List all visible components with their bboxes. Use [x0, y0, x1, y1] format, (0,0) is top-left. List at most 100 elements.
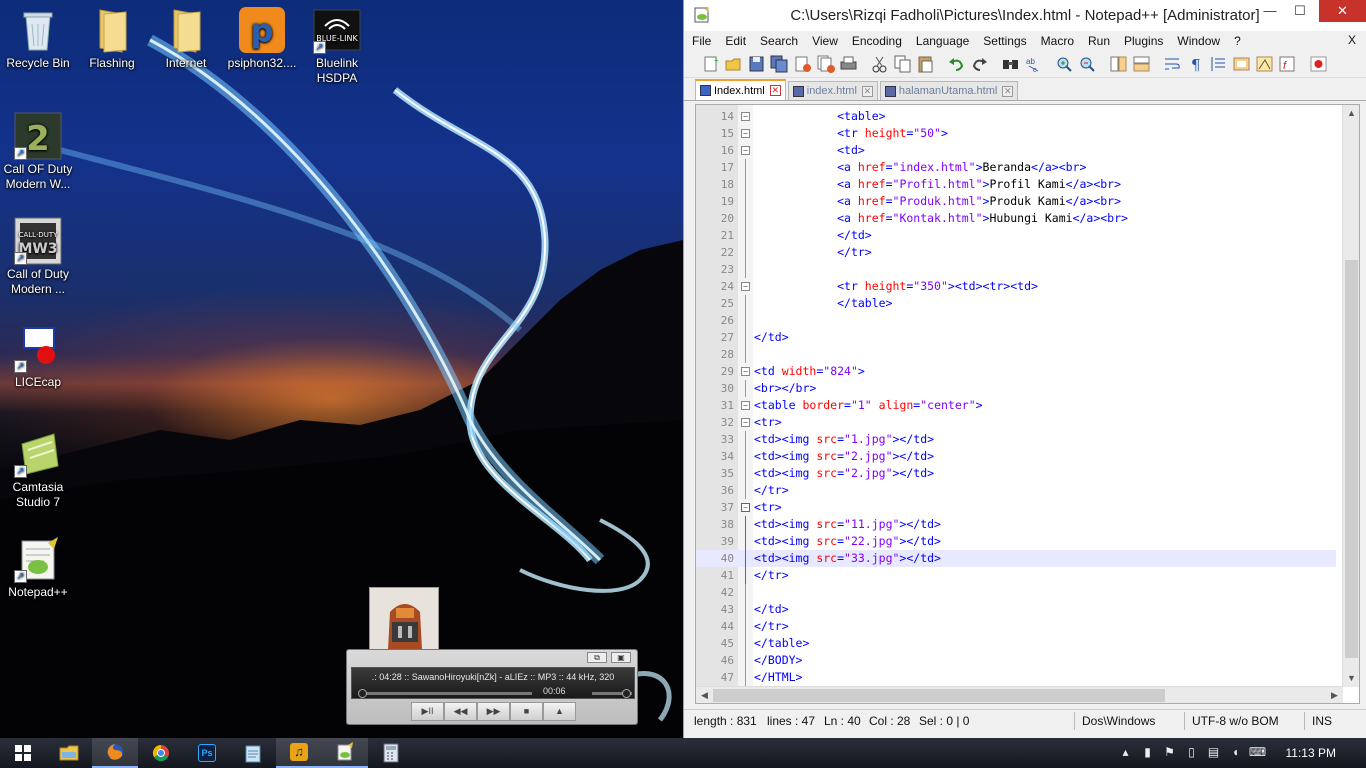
- tab-close-icon[interactable]: ✕: [769, 85, 781, 96]
- doc-map-icon[interactable]: [1254, 54, 1275, 74]
- fold-toggle-icon[interactable]: −: [741, 129, 750, 138]
- tab-index-html-active[interactable]: Index.html ✕: [695, 79, 786, 100]
- tab-halaman-utama-html[interactable]: halamanUtama.html ✕: [879, 81, 1019, 100]
- code-line[interactable]: 29− <td width="824">: [696, 363, 1336, 380]
- menu-language[interactable]: Language: [908, 34, 975, 48]
- desktop-icon-cod-mw2[interactable]: 2 ↗ Call OF Duty Modern W...: [0, 112, 76, 192]
- scroll-down-icon[interactable]: ▼: [1343, 670, 1359, 687]
- menu-encoding[interactable]: Encoding: [844, 34, 908, 48]
- code-line[interactable]: 35 <td><img src="2.jpg"></td>: [696, 465, 1336, 482]
- code-editor[interactable]: 14− <table> 15− <tr height="50"> 16− <td> 1…: [695, 104, 1360, 704]
- taskbar-file-explorer[interactable]: [46, 738, 92, 768]
- code-line[interactable]: 39 <td><img src="22.jpg"></td>: [696, 533, 1336, 550]
- code-line[interactable]: 16− <td>: [696, 142, 1336, 159]
- horizontal-scrollbar[interactable]: ◀ ▶: [696, 686, 1343, 703]
- player-restore-button[interactable]: ⧉: [587, 652, 607, 663]
- desktop-icon-cod-mw3[interactable]: CALL·DUTY MW3 ↗ Call of Duty Modern ...: [0, 217, 76, 297]
- code-line[interactable]: 21 </td>: [696, 227, 1336, 244]
- fold-toggle-icon[interactable]: −: [741, 282, 750, 291]
- code-line[interactable]: 24− <tr height="350"><td><tr><td>: [696, 278, 1336, 295]
- close-file-icon[interactable]: [792, 54, 813, 74]
- vertical-scroll-thumb[interactable]: [1345, 260, 1358, 658]
- menu-plugins[interactable]: Plugins: [1116, 34, 1169, 48]
- indent-guide-icon[interactable]: [1208, 54, 1229, 74]
- code-line[interactable]: 37− <tr>: [696, 499, 1336, 516]
- sync-vertical-icon[interactable]: [1108, 54, 1129, 74]
- redo-icon[interactable]: [969, 54, 990, 74]
- replace-icon[interactable]: ab c: [1023, 54, 1044, 74]
- tray-keyboard-icon[interactable]: ⌨: [1248, 745, 1268, 761]
- desktop-icon-licecap[interactable]: ↗ LICEcap: [0, 325, 76, 390]
- vertical-scrollbar[interactable]: ▲ ▼: [1342, 105, 1359, 687]
- menu-help[interactable]: ?: [1226, 34, 1247, 48]
- code-line[interactable]: 19 <a href="Produk.html">Produk Kami</a>…: [696, 193, 1336, 210]
- desktop-icon-psiphon[interactable]: p psiphon32....: [224, 6, 300, 71]
- play-pause-button[interactable]: ▶II: [411, 702, 444, 721]
- taskbar-notepad[interactable]: [230, 738, 276, 768]
- desktop-icon-recycle-bin[interactable]: Recycle Bin: [0, 6, 76, 71]
- code-line[interactable]: 46 </BODY>: [696, 652, 1336, 669]
- tray-network-icon[interactable]: ▤: [1204, 745, 1224, 761]
- function-list-icon[interactable]: f: [1277, 54, 1298, 74]
- code-line[interactable]: 36 </tr>: [696, 482, 1336, 499]
- close-document-button[interactable]: X: [1348, 33, 1356, 47]
- tray-expand-icon[interactable]: ▴: [1116, 745, 1136, 761]
- tray-program-icon[interactable]: ▮: [1138, 745, 1158, 761]
- tray-volume-icon[interactable]: ◖: [1226, 745, 1246, 761]
- code-line[interactable]: 32− <tr>: [696, 414, 1336, 431]
- taskbar-chrome[interactable]: [138, 738, 184, 768]
- code-line[interactable]: 38 <td><img src="11.jpg"></td>: [696, 516, 1336, 533]
- menu-macro[interactable]: Macro: [1033, 34, 1080, 48]
- menu-search[interactable]: Search: [752, 34, 804, 48]
- fold-toggle-icon[interactable]: −: [741, 112, 750, 121]
- code-line[interactable]: 25 </table>: [696, 295, 1336, 312]
- cut-icon[interactable]: [869, 54, 890, 74]
- save-icon[interactable]: [746, 54, 767, 74]
- desktop-icon-bluelink[interactable]: BLUE-LINK ↗ Bluelink HSDPA: [299, 6, 375, 86]
- tray-power-icon[interactable]: ▯: [1182, 745, 1202, 761]
- previous-button[interactable]: ◀◀: [444, 702, 477, 721]
- code-line[interactable]: 20 <a href="Kontak.html">Hubungi Kami</a…: [696, 210, 1336, 227]
- taskbar-calculator[interactable]: [368, 738, 414, 768]
- menu-edit[interactable]: Edit: [717, 34, 752, 48]
- code-line[interactable]: 14− <table>: [696, 108, 1336, 125]
- fold-toggle-icon[interactable]: −: [741, 503, 750, 512]
- menu-window[interactable]: Window: [1169, 34, 1226, 48]
- sync-horizontal-icon[interactable]: [1131, 54, 1152, 74]
- menu-view[interactable]: View: [804, 34, 844, 48]
- desktop-icon-internet[interactable]: Internet: [148, 6, 224, 71]
- code-line[interactable]: 31− <table border="1" align="center">: [696, 397, 1336, 414]
- seek-bar[interactable]: [358, 689, 532, 698]
- status-encoding[interactable]: UTF-8 w/o BOM: [1192, 714, 1279, 728]
- desktop-icon-camtasia[interactable]: ↗ Camtasia Studio 7: [0, 430, 76, 510]
- tray-notification-icon[interactable]: ⚑: [1160, 745, 1180, 761]
- horizontal-scroll-thumb[interactable]: [713, 689, 1165, 702]
- menu-file[interactable]: File: [684, 34, 717, 48]
- tab-close-icon[interactable]: ✕: [1002, 85, 1014, 97]
- copy-icon[interactable]: [892, 54, 913, 74]
- seek-knob[interactable]: [358, 689, 367, 698]
- zoom-in-icon[interactable]: [1054, 54, 1075, 74]
- code-line[interactable]: 23: [696, 261, 1336, 278]
- eject-button[interactable]: ▲: [543, 702, 576, 721]
- user-language-icon[interactable]: [1231, 54, 1252, 74]
- code-line[interactable]: 34 <td><img src="2.jpg"></td>: [696, 448, 1336, 465]
- desktop-icon-notepadpp[interactable]: ↗ Notepad++: [0, 535, 76, 600]
- code-line[interactable]: 33 <td><img src="1.jpg"></td>: [696, 431, 1336, 448]
- print-icon[interactable]: [838, 54, 859, 74]
- title-bar[interactable]: C:\Users\Rizqi Fadholi\Pictures\Index.ht…: [684, 0, 1366, 31]
- minimize-button[interactable]: —: [1255, 0, 1285, 22]
- status-insert-mode[interactable]: INS: [1312, 714, 1332, 728]
- zoom-out-icon[interactable]: [1077, 54, 1098, 74]
- clock[interactable]: 11:13 PM: [1286, 746, 1336, 760]
- taskbar-winamp[interactable]: ♫: [276, 738, 322, 768]
- taskbar-firefox[interactable]: [92, 738, 138, 768]
- code-line[interactable]: 42: [696, 584, 1336, 601]
- code-line[interactable]: 40 <td><img src="33.jpg"></td>: [696, 550, 1336, 567]
- maximize-button[interactable]: ☐: [1285, 0, 1315, 22]
- fold-toggle-icon[interactable]: −: [741, 401, 750, 410]
- show-all-chars-icon[interactable]: ¶: [1185, 54, 1206, 74]
- code-line[interactable]: 41 </tr>: [696, 567, 1336, 584]
- menu-run[interactable]: Run: [1080, 34, 1116, 48]
- undo-icon[interactable]: [946, 54, 967, 74]
